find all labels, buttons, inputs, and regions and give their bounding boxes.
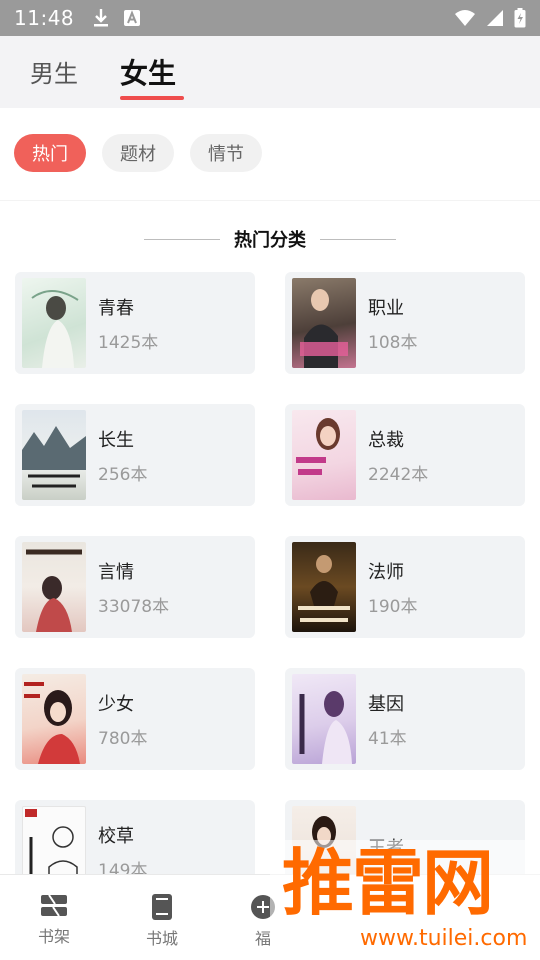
category-card-yanqing[interactable]: 言情 33078本 [15, 536, 255, 638]
book-cover [22, 278, 86, 368]
category-count: 108本 [368, 332, 418, 353]
category-card-changsheng[interactable]: 长生 256本 [15, 404, 255, 506]
chip-theme[interactable]: 题材 [102, 134, 174, 172]
category-name: 青春 [98, 297, 134, 319]
category-count: 33078本 [98, 596, 170, 617]
category-card-fashi[interactable]: 法师 190本 [285, 536, 525, 638]
book-cover [22, 410, 86, 500]
category-count: 190本 [368, 596, 418, 617]
chip-hot[interactable]: 热门 [14, 134, 86, 172]
nav-label: 书架 [37, 927, 70, 946]
nav-label: 书城 [145, 929, 178, 948]
tab-female[interactable]: 女生 [120, 52, 176, 92]
status-time: 11:48 [14, 6, 75, 30]
category-card-qingchun[interactable]: 青春 1425本 [15, 272, 255, 374]
category-name: 职业 [368, 297, 404, 319]
category-count: 780本 [98, 728, 148, 749]
divider [0, 200, 540, 201]
active-tab-indicator [120, 96, 184, 100]
book-cover [292, 278, 356, 368]
category-name: 总裁 [368, 429, 404, 451]
category-name: 法师 [368, 561, 404, 583]
category-count: 41本 [368, 728, 407, 749]
category-card-jiyin[interactable]: 基因 41本 [285, 668, 525, 770]
book-cover [292, 674, 356, 764]
nav-bookstore[interactable]: 书城 [127, 893, 197, 949]
watermark: 推雷网 www.tuilei.com [270, 840, 540, 960]
category-name: 长生 [98, 429, 134, 451]
category-count: 256本 [98, 464, 148, 485]
category-name: 校草 [98, 825, 134, 847]
nav-bookshelf[interactable]: 书架 [19, 893, 89, 947]
category-card-zongcai[interactable]: 总裁 2242本 [285, 404, 525, 506]
download-icon [94, 9, 109, 27]
watermark-logo: 推雷网 [282, 841, 494, 925]
filter-chips: 热门 题材 情节 [14, 134, 262, 172]
category-count: 2242本 [368, 464, 429, 485]
signal-icon [487, 10, 503, 26]
section-line-right [320, 238, 396, 240]
bookshelf-icon [41, 894, 67, 917]
category-name: 言情 [98, 561, 134, 583]
status-bar: 11:48 [0, 0, 540, 36]
category-count: 1425本 [98, 332, 159, 353]
book-cover [292, 410, 356, 500]
battery-icon [514, 8, 526, 28]
a-badge-icon [124, 10, 141, 26]
wifi-icon [455, 10, 475, 26]
status-right-icons [454, 8, 526, 28]
category-name: 少女 [98, 693, 134, 715]
chip-plot[interactable]: 情节 [190, 134, 262, 172]
section-line-left [144, 238, 220, 240]
category-name: 基因 [368, 693, 404, 715]
book-cover [292, 542, 356, 632]
tab-male[interactable]: 男生 [30, 54, 78, 89]
book-icon [152, 894, 172, 920]
status-left-icons [92, 8, 141, 28]
screen: 11:48 男生 女生 热门 题材 情节 热门分类 青春 1425本 职业 10… [0, 0, 540, 960]
category-card-shaonv[interactable]: 少女 780本 [15, 668, 255, 770]
section-header: 热门分类 [0, 226, 540, 252]
book-cover [22, 674, 86, 764]
gender-tab-bar: 男生 女生 [0, 36, 540, 108]
section-title: 热门分类 [234, 230, 306, 251]
category-card-zhiye[interactable]: 职业 108本 [285, 272, 525, 374]
watermark-url: www.tuilei.com [360, 926, 528, 951]
book-cover [22, 542, 86, 632]
